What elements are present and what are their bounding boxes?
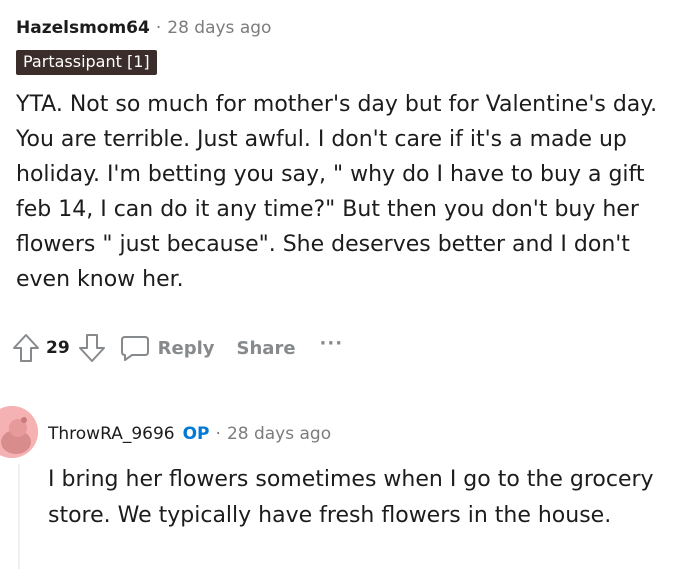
share-button[interactable]: Share: [237, 338, 296, 359]
reply-comment: ThrowRA_9696 OP · 28 days ago I bring he…: [0, 400, 700, 569]
upvote-arrow-icon[interactable]: [12, 333, 40, 363]
vote-count: 29: [46, 338, 70, 358]
thread-line[interactable]: [18, 464, 20, 569]
speech-bubble-icon: [120, 334, 150, 362]
reply-username[interactable]: ThrowRA_9696: [48, 424, 175, 444]
reply-timestamp[interactable]: 28 days ago: [227, 424, 331, 444]
reply-label: Reply: [157, 337, 215, 359]
more-options-button[interactable]: ···: [320, 335, 344, 357]
downvote-arrow-icon[interactable]: [78, 333, 106, 363]
comment-action-bar: 29 Reply Share ···: [12, 328, 343, 368]
meta-separator: ·: [215, 424, 221, 444]
op-badge: OP: [182, 424, 210, 444]
comment-meta: Hazelsmom64 · 28 days ago: [16, 14, 686, 42]
snoo-avatar-icon[interactable]: [0, 406, 38, 458]
comment-timestamp[interactable]: 28 days ago: [167, 18, 271, 38]
reply-meta: ThrowRA_9696 OP · 28 days ago: [48, 420, 331, 448]
user-flair: Partassipant [1]: [16, 50, 157, 75]
comment-username[interactable]: Hazelsmom64: [16, 18, 150, 38]
reply-button[interactable]: Reply: [120, 334, 215, 362]
reply-body: I bring her flowers sometimes when I go …: [48, 467, 654, 528]
comment-body: YTA. Not so much for mother's day but fo…: [16, 92, 658, 292]
comment: Hazelsmom64 · 28 days ago Partassipant […: [16, 14, 686, 297]
meta-separator: ·: [155, 18, 162, 38]
